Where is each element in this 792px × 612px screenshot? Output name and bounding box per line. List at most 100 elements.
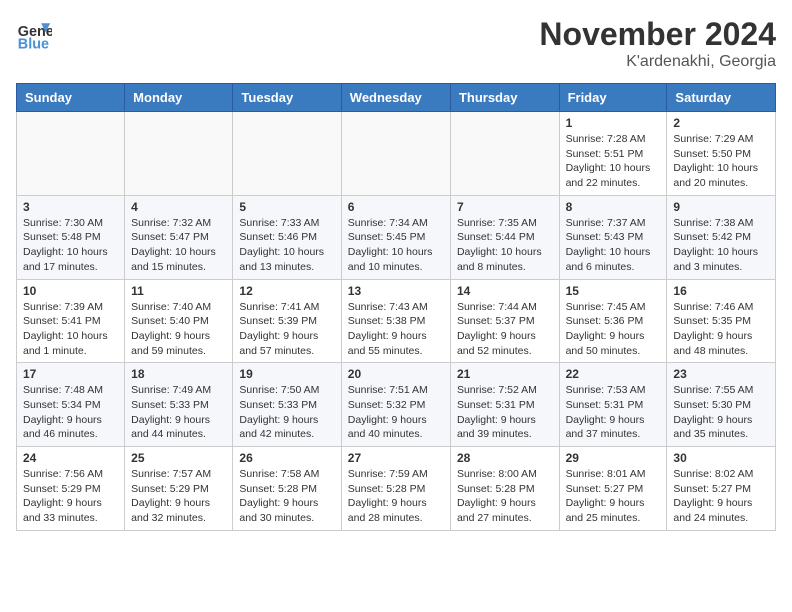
day-number: 18 — [131, 367, 226, 381]
calendar-cell: 11 Sunrise: 7:40 AM Sunset: 5:40 PM Dayli… — [125, 279, 233, 363]
cell-sun-info: Sunrise: 7:40 AM Sunset: 5:40 PM Dayligh… — [131, 300, 226, 359]
cell-sun-info: Sunrise: 7:33 AM Sunset: 5:46 PM Dayligh… — [239, 216, 334, 275]
cell-sun-info: Sunrise: 7:50 AM Sunset: 5:33 PM Dayligh… — [239, 383, 334, 442]
calendar-cell: 2 Sunrise: 7:29 AM Sunset: 5:50 PM Daylig… — [667, 112, 776, 196]
calendar-cell: 27 Sunrise: 7:59 AM Sunset: 5:28 PM Dayli… — [341, 447, 450, 531]
calendar-cell: 22 Sunrise: 7:53 AM Sunset: 5:31 PM Dayli… — [559, 363, 667, 447]
day-number: 5 — [239, 200, 334, 214]
day-number: 1 — [566, 116, 661, 130]
day-number: 4 — [131, 200, 226, 214]
day-number: 8 — [566, 200, 661, 214]
cell-sun-info: Sunrise: 7:59 AM Sunset: 5:28 PM Dayligh… — [348, 467, 444, 526]
week-row-1: 1 Sunrise: 7:28 AM Sunset: 5:51 PM Daylig… — [17, 112, 776, 196]
week-row-3: 10 Sunrise: 7:39 AM Sunset: 5:41 PM Dayli… — [17, 279, 776, 363]
calendar-cell: 4 Sunrise: 7:32 AM Sunset: 5:47 PM Daylig… — [125, 195, 233, 279]
day-number: 24 — [23, 451, 118, 465]
day-number: 21 — [457, 367, 553, 381]
day-number: 16 — [673, 284, 769, 298]
day-number: 22 — [566, 367, 661, 381]
day-number: 27 — [348, 451, 444, 465]
day-number: 10 — [23, 284, 118, 298]
calendar-cell: 21 Sunrise: 7:52 AM Sunset: 5:31 PM Dayli… — [450, 363, 559, 447]
cell-sun-info: Sunrise: 8:02 AM Sunset: 5:27 PM Dayligh… — [673, 467, 769, 526]
cell-sun-info: Sunrise: 7:53 AM Sunset: 5:31 PM Dayligh… — [566, 383, 661, 442]
calendar-cell: 14 Sunrise: 7:44 AM Sunset: 5:37 PM Dayli… — [450, 279, 559, 363]
calendar-cell — [450, 112, 559, 196]
logo: General Blue — [16, 16, 52, 52]
svg-text:Blue: Blue — [18, 36, 49, 52]
cell-sun-info: Sunrise: 7:55 AM Sunset: 5:30 PM Dayligh… — [673, 383, 769, 442]
day-number: 30 — [673, 451, 769, 465]
weekday-header-thursday: Thursday — [450, 84, 559, 112]
weekday-header-tuesday: Tuesday — [233, 84, 341, 112]
title-block: November 2024 K'ardenakhi, Georgia — [539, 16, 776, 71]
cell-sun-info: Sunrise: 7:37 AM Sunset: 5:43 PM Dayligh… — [566, 216, 661, 275]
week-row-2: 3Sunrise: 7:30 AM Sunset: 5:48 PM Daylig… — [17, 195, 776, 279]
calendar-cell: 23 Sunrise: 7:55 AM Sunset: 5:30 PM Dayli… — [667, 363, 776, 447]
weekday-header-row: SundayMondayTuesdayWednesdayThursdayFrid… — [17, 84, 776, 112]
logo-icon: General Blue — [16, 16, 52, 52]
weekday-header-sunday: Sunday — [17, 84, 125, 112]
cell-sun-info: Sunrise: 7:46 AM Sunset: 5:35 PM Dayligh… — [673, 300, 769, 359]
calendar-cell: 13 Sunrise: 7:43 AM Sunset: 5:38 PM Dayli… — [341, 279, 450, 363]
cell-sun-info: Sunrise: 7:32 AM Sunset: 5:47 PM Dayligh… — [131, 216, 226, 275]
location: K'ardenakhi, Georgia — [539, 53, 776, 71]
cell-sun-info: Sunrise: 7:28 AM Sunset: 5:51 PM Dayligh… — [566, 132, 661, 191]
calendar-cell: 3Sunrise: 7:30 AM Sunset: 5:48 PM Daylig… — [17, 195, 125, 279]
calendar-cell: 6 Sunrise: 7:34 AM Sunset: 5:45 PM Daylig… — [341, 195, 450, 279]
calendar-cell: 18 Sunrise: 7:49 AM Sunset: 5:33 PM Dayli… — [125, 363, 233, 447]
calendar-cell: 12 Sunrise: 7:41 AM Sunset: 5:39 PM Dayli… — [233, 279, 341, 363]
day-number: 23 — [673, 367, 769, 381]
calendar-cell: 17Sunrise: 7:48 AM Sunset: 5:34 PM Dayli… — [17, 363, 125, 447]
day-number: 20 — [348, 367, 444, 381]
calendar-cell: 16 Sunrise: 7:46 AM Sunset: 5:35 PM Dayli… — [667, 279, 776, 363]
cell-sun-info: Sunrise: 7:38 AM Sunset: 5:42 PM Dayligh… — [673, 216, 769, 275]
week-row-5: 24Sunrise: 7:56 AM Sunset: 5:29 PM Dayli… — [17, 447, 776, 531]
calendar-cell — [233, 112, 341, 196]
day-number: 6 — [348, 200, 444, 214]
calendar-table: SundayMondayTuesdayWednesdayThursdayFrid… — [16, 83, 776, 531]
cell-sun-info: Sunrise: 8:01 AM Sunset: 5:27 PM Dayligh… — [566, 467, 661, 526]
cell-sun-info: Sunrise: 7:30 AM Sunset: 5:48 PM Dayligh… — [23, 216, 118, 275]
day-number: 28 — [457, 451, 553, 465]
day-number: 13 — [348, 284, 444, 298]
cell-sun-info: Sunrise: 8:00 AM Sunset: 5:28 PM Dayligh… — [457, 467, 553, 526]
week-row-4: 17Sunrise: 7:48 AM Sunset: 5:34 PM Dayli… — [17, 363, 776, 447]
cell-sun-info: Sunrise: 7:41 AM Sunset: 5:39 PM Dayligh… — [239, 300, 334, 359]
cell-sun-info: Sunrise: 7:52 AM Sunset: 5:31 PM Dayligh… — [457, 383, 553, 442]
weekday-header-saturday: Saturday — [667, 84, 776, 112]
calendar-cell: 8 Sunrise: 7:37 AM Sunset: 5:43 PM Daylig… — [559, 195, 667, 279]
cell-sun-info: Sunrise: 7:39 AM Sunset: 5:41 PM Dayligh… — [23, 300, 118, 359]
cell-sun-info: Sunrise: 7:44 AM Sunset: 5:37 PM Dayligh… — [457, 300, 553, 359]
day-number: 14 — [457, 284, 553, 298]
calendar-cell: 5 Sunrise: 7:33 AM Sunset: 5:46 PM Daylig… — [233, 195, 341, 279]
cell-sun-info: Sunrise: 7:34 AM Sunset: 5:45 PM Dayligh… — [348, 216, 444, 275]
day-number: 11 — [131, 284, 226, 298]
page-header: General Blue November 2024 K'ardenakhi, … — [16, 16, 776, 71]
calendar-cell: 15Sunrise: 7:45 AM Sunset: 5:36 PM Dayli… — [559, 279, 667, 363]
weekday-header-wednesday: Wednesday — [341, 84, 450, 112]
calendar-cell — [17, 112, 125, 196]
calendar-cell: 24Sunrise: 7:56 AM Sunset: 5:29 PM Dayli… — [17, 447, 125, 531]
calendar-cell — [125, 112, 233, 196]
day-number: 26 — [239, 451, 334, 465]
day-number: 25 — [131, 451, 226, 465]
cell-sun-info: Sunrise: 7:29 AM Sunset: 5:50 PM Dayligh… — [673, 132, 769, 191]
calendar-cell: 25 Sunrise: 7:57 AM Sunset: 5:29 PM Dayli… — [125, 447, 233, 531]
calendar-cell: 26 Sunrise: 7:58 AM Sunset: 5:28 PM Dayli… — [233, 447, 341, 531]
calendar-cell: 20 Sunrise: 7:51 AM Sunset: 5:32 PM Dayli… — [341, 363, 450, 447]
cell-sun-info: Sunrise: 7:49 AM Sunset: 5:33 PM Dayligh… — [131, 383, 226, 442]
day-number: 19 — [239, 367, 334, 381]
calendar-cell: 10 Sunrise: 7:39 AM Sunset: 5:41 PM Dayli… — [17, 279, 125, 363]
day-number: 12 — [239, 284, 334, 298]
calendar-cell: 30 Sunrise: 8:02 AM Sunset: 5:27 PM Dayli… — [667, 447, 776, 531]
weekday-header-monday: Monday — [125, 84, 233, 112]
weekday-header-friday: Friday — [559, 84, 667, 112]
cell-sun-info: Sunrise: 7:45 AM Sunset: 5:36 PM Dayligh… — [566, 300, 661, 359]
cell-sun-info: Sunrise: 7:57 AM Sunset: 5:29 PM Dayligh… — [131, 467, 226, 526]
calendar-cell: 7Sunrise: 7:35 AM Sunset: 5:44 PM Daylig… — [450, 195, 559, 279]
cell-sun-info: Sunrise: 7:51 AM Sunset: 5:32 PM Dayligh… — [348, 383, 444, 442]
cell-sun-info: Sunrise: 7:43 AM Sunset: 5:38 PM Dayligh… — [348, 300, 444, 359]
cell-sun-info: Sunrise: 7:58 AM Sunset: 5:28 PM Dayligh… — [239, 467, 334, 526]
day-number: 2 — [673, 116, 769, 130]
